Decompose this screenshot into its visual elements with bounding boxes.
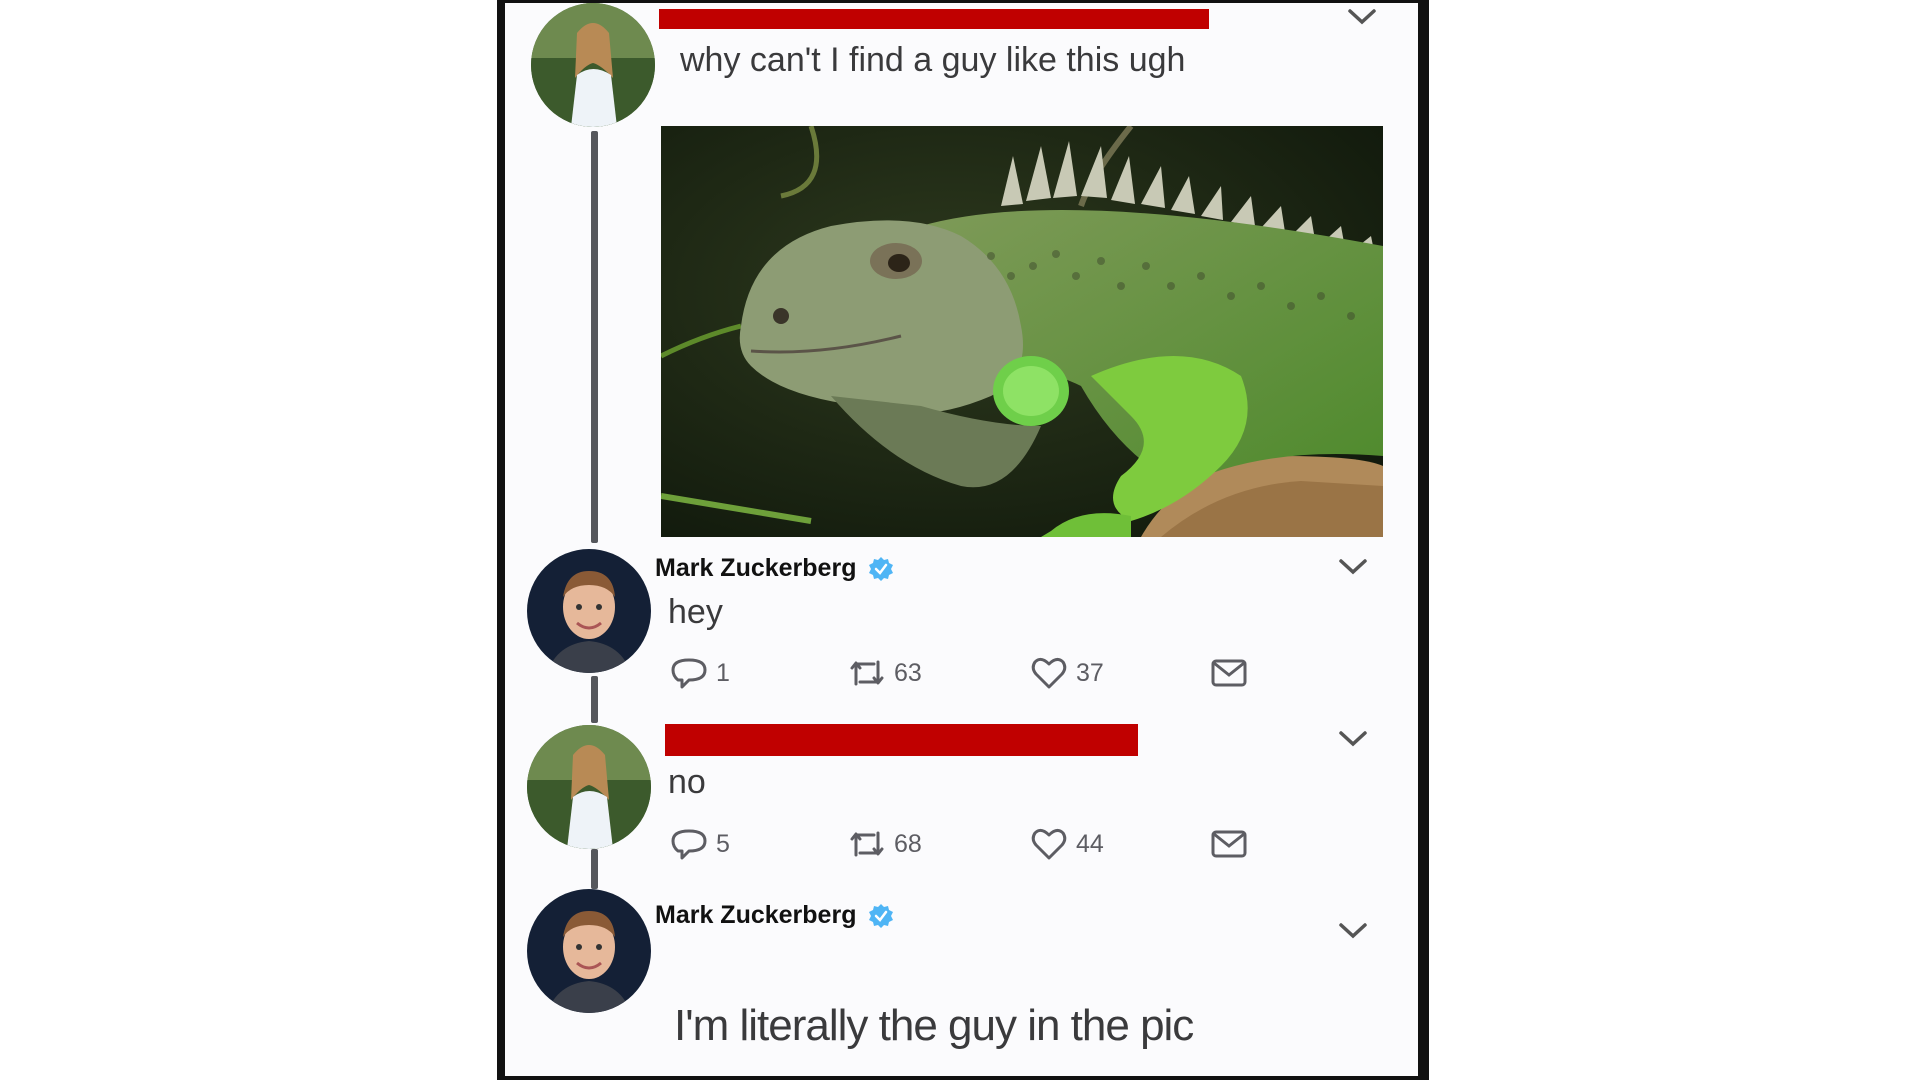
chevron-down-icon[interactable] [1336,728,1370,750]
thread-connector [591,131,598,543]
tweet-media-image[interactable] [661,126,1383,537]
tweet-text: why can't I find a guy like this ugh [680,41,1186,79]
woman-avatar-icon [527,725,651,849]
avatar[interactable] [527,549,651,673]
tweet-text: I'm literally the guy in the pic [674,1001,1194,1050]
heart-icon [1031,828,1067,860]
author-name[interactable]: Mark Zuckerberg [655,554,856,583]
retweet-icon [850,660,884,686]
retweet-button[interactable]: 63 [848,654,1030,692]
chevron-down-icon[interactable] [1345,6,1379,28]
author-row: Mark Zuckerberg [655,554,894,583]
verified-badge-icon [869,903,894,928]
tweet-actions: 1 63 37 [670,654,1248,692]
reply-button[interactable]: 1 [670,654,848,692]
like-count: 37 [1076,658,1104,687]
envelope-icon [1211,659,1247,687]
man-avatar-icon [527,889,651,1013]
author-row: Mark Zuckerberg [655,901,894,930]
reply-count: 1 [716,658,730,687]
reply-button[interactable]: 5 [670,825,848,863]
author-name[interactable]: Mark Zuckerberg [655,901,856,930]
reply-count: 5 [716,829,730,858]
retweet-icon [850,831,884,857]
reply-icon [671,658,707,689]
retweet-count: 63 [894,658,922,687]
woman-avatar-icon [531,3,655,127]
direct-message-button[interactable] [1210,825,1248,863]
tweet-text: hey [668,593,723,631]
like-count: 44 [1076,829,1104,858]
heart-icon [1031,657,1067,689]
envelope-icon [1211,830,1247,858]
tweet-text: no [668,763,706,801]
chevron-down-icon[interactable] [1336,556,1370,578]
direct-message-button[interactable] [1210,654,1248,692]
thread-connector [591,676,598,723]
retweet-button[interactable]: 68 [848,825,1030,863]
chevron-down-icon[interactable] [1336,920,1370,942]
reply-icon [671,829,707,860]
like-button[interactable]: 37 [1030,654,1210,692]
like-button[interactable]: 44 [1030,825,1210,863]
man-avatar-icon [527,549,651,673]
redacted-username [659,9,1209,29]
avatar[interactable] [527,889,651,1013]
retweet-count: 68 [894,829,922,858]
avatar[interactable] [527,725,651,849]
iguana-photo-icon [661,126,1383,537]
redacted-username [665,724,1138,756]
verified-badge-icon [869,556,894,581]
thread-connector [591,849,598,889]
tweet-thread-panel: why can't I find a guy like this ugh Mar… [505,3,1418,1076]
tweet-actions: 5 68 44 [670,825,1248,863]
avatar[interactable] [531,3,655,127]
